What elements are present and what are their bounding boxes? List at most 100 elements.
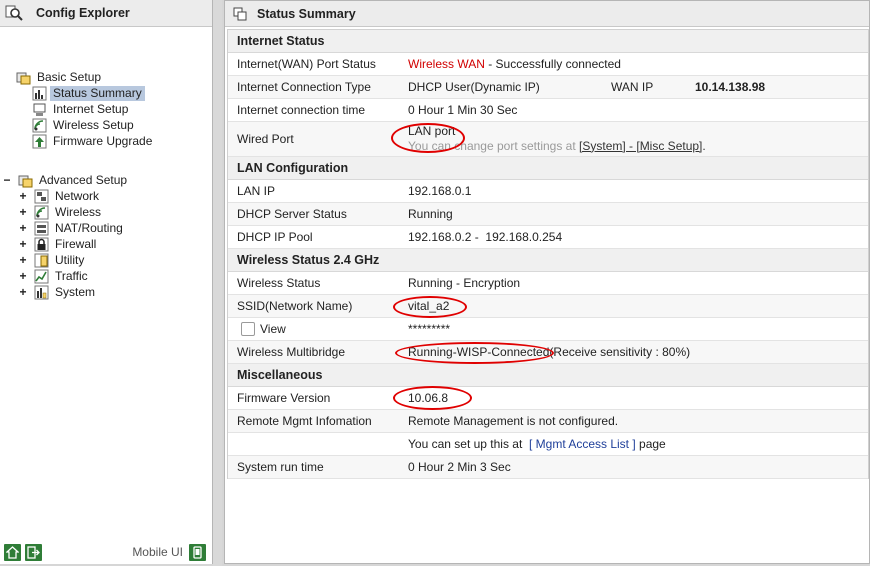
nav-traffic-label: Traffic bbox=[55, 268, 88, 283]
search-config-icon bbox=[5, 5, 23, 21]
mgmt-access-list-link[interactable]: [ Mgmt Access List ] bbox=[529, 437, 636, 451]
nav-nat-routing[interactable]: + NAT/Routing bbox=[18, 220, 126, 236]
wan-port-status-value: Wireless WAN - Successfully connected bbox=[408, 53, 621, 75]
row-wan-port-status: Internet(WAN) Port Status Wireless WAN -… bbox=[228, 53, 868, 76]
nav-wireless[interactable]: + Wireless bbox=[18, 204, 104, 220]
remote-setup-pre: You can set up this at bbox=[408, 437, 529, 451]
firmware-version-value: 10.06.8 bbox=[408, 391, 449, 405]
mobile-phone-icon bbox=[193, 545, 202, 559]
nav-firmware-upgrade[interactable]: Firmware Upgrade bbox=[32, 133, 155, 149]
lan-rows: LAN IP 192.168.0.1 DHCP Server Status Ru… bbox=[228, 180, 868, 249]
expand-toggle-icon[interactable]: + bbox=[18, 221, 28, 235]
wireless-status-value: Running - Encryption bbox=[408, 276, 521, 290]
config-explorer-panel: Config Explorer Basic Setup Status Summa… bbox=[0, 0, 213, 564]
row-dhcp-status: DHCP Server Status Running bbox=[228, 203, 868, 226]
connection-type-value: DHCP User(Dynamic IP) bbox=[408, 80, 540, 94]
row-multibridge: Wireless Multibridge Running-WISP-Connec… bbox=[228, 341, 868, 364]
multibridge-sensitivity: (Receive sensitivity : 80%) bbox=[549, 345, 691, 359]
nav-utility[interactable]: + Utility bbox=[18, 252, 87, 268]
upgrade-arrow-icon bbox=[32, 134, 47, 148]
logout-button[interactable] bbox=[25, 543, 42, 561]
lan-ip-value: 192.168.0.1 bbox=[408, 184, 472, 198]
expand-toggle-icon[interactable]: + bbox=[18, 285, 28, 299]
collapse-toggle-icon[interactable]: − bbox=[2, 173, 12, 187]
connection-type-label: Internet Connection Type bbox=[237, 80, 371, 94]
folder-gear-icon bbox=[18, 175, 33, 187]
nav-advanced-setup[interactable]: − Advanced Setup bbox=[2, 172, 130, 188]
view-checkbox[interactable] bbox=[241, 322, 255, 336]
remote-setup-text: You can set up this at [ Mgmt Access Lis… bbox=[408, 433, 666, 455]
nav-network[interactable]: + Network bbox=[18, 188, 102, 204]
row-password-view: View ********* bbox=[228, 318, 868, 341]
wired-port-note-text: You can change port settings at bbox=[408, 138, 580, 153]
nav-status-summary-label: Status Summary bbox=[50, 85, 145, 101]
multibridge-label: Wireless Multibridge bbox=[237, 345, 346, 359]
network-icon bbox=[34, 189, 49, 203]
nav-firmware-upgrade-label: Firmware Upgrade bbox=[53, 133, 153, 148]
mobile-ui-button[interactable] bbox=[189, 543, 206, 561]
computer-icon bbox=[33, 103, 46, 116]
row-wired-port: Wired Port LAN port You can change port … bbox=[228, 122, 868, 157]
firmware-version-label: Firmware Version bbox=[237, 391, 331, 405]
section-miscellaneous: Miscellaneous bbox=[228, 364, 868, 387]
config-explorer-title: Config Explorer bbox=[36, 6, 130, 20]
section-lan-configuration: LAN Configuration bbox=[228, 157, 868, 180]
traffic-graph-icon bbox=[34, 269, 49, 283]
expand-toggle-icon[interactable]: + bbox=[18, 205, 28, 219]
expand-toggle-icon[interactable]: + bbox=[18, 269, 28, 283]
folder-gear-icon bbox=[16, 72, 31, 84]
logout-icon bbox=[27, 545, 40, 559]
remote-setup-post: page bbox=[635, 437, 666, 451]
multibridge-value: Running-WISP-Connected (Receive sensitiv… bbox=[408, 341, 690, 363]
dhcp-status-value: Running bbox=[408, 207, 453, 221]
nav-system[interactable]: + System bbox=[18, 284, 98, 300]
status-content: Internet Status Internet(WAN) Port Statu… bbox=[227, 29, 869, 479]
section-internet-status: Internet Status bbox=[228, 30, 868, 53]
nav-advanced-setup-label: Advanced Setup bbox=[39, 172, 128, 187]
misc-rows: Firmware Version 10.06.8 Remote Mgmt Inf… bbox=[228, 386, 868, 479]
view-toggle[interactable]: View bbox=[241, 318, 286, 340]
wan-port-status-label: Internet(WAN) Port Status bbox=[237, 57, 376, 71]
dhcp-status-label: DHCP Server Status bbox=[237, 207, 347, 221]
system-misc-setup-link[interactable]: [System] - [Misc Setup] bbox=[579, 139, 702, 153]
mobile-ui-link[interactable]: Mobile UI bbox=[132, 543, 206, 561]
dhcp-pool-value: 192.168.0.2 - 192.168.0.254 bbox=[408, 230, 563, 244]
row-remote-mgmt: Remote Mgmt Infomation Remote Management… bbox=[228, 410, 868, 433]
nav-firewall-label: Firewall bbox=[55, 236, 97, 251]
connection-time-value: 0 Hour 1 Min 30 Sec bbox=[408, 103, 518, 117]
nav-traffic[interactable]: + Traffic bbox=[18, 268, 91, 284]
multibridge-state: Running-WISP-Connected bbox=[408, 345, 550, 359]
routing-icon bbox=[34, 221, 49, 235]
row-system-runtime: System run time 0 Hour 2 Min 3 Sec bbox=[228, 456, 868, 479]
home-button[interactable] bbox=[4, 543, 21, 561]
row-lan-ip: LAN IP 192.168.0.1 bbox=[228, 180, 868, 203]
wan-port-state: - Successfully connected bbox=[484, 57, 621, 71]
internet-rows: Internet(WAN) Port Status Wireless WAN -… bbox=[228, 53, 868, 157]
ssid-label: SSID(Network Name) bbox=[237, 299, 353, 313]
row-connection-type: Internet Connection Type DHCP User(Dynam… bbox=[228, 76, 868, 99]
wireless-icon bbox=[32, 118, 47, 132]
nav-internet-setup[interactable]: Internet Setup bbox=[32, 101, 131, 117]
status-summary-title: Status Summary bbox=[257, 6, 356, 21]
nav-status-summary[interactable]: Status Summary bbox=[32, 85, 145, 101]
utility-icon bbox=[34, 253, 49, 267]
nav-firewall[interactable]: + Firewall bbox=[18, 236, 99, 252]
system-runtime-value: 0 Hour 2 Min 3 Sec bbox=[408, 460, 511, 474]
expand-toggle-icon[interactable]: + bbox=[18, 253, 28, 267]
wired-port-value: LAN port bbox=[408, 124, 456, 138]
expand-toggle-icon[interactable]: + bbox=[18, 189, 28, 203]
status-summary-header: Status Summary bbox=[225, 1, 869, 27]
wired-port-note: You can change port settings at [System]… bbox=[408, 138, 706, 153]
nav-wireless-setup[interactable]: Wireless Setup bbox=[32, 117, 137, 133]
row-dhcp-pool: DHCP IP Pool 192.168.0.2 - 192.168.0.254 bbox=[228, 226, 868, 249]
status-summary-panel: Status Summary Internet Status Internet(… bbox=[224, 0, 870, 564]
nav-basic-setup[interactable]: Basic Setup bbox=[16, 69, 104, 85]
wan-ip-value: 10.14.138.98 bbox=[695, 80, 766, 94]
view-label: View bbox=[260, 322, 286, 336]
panel-splitter[interactable] bbox=[213, 0, 222, 566]
expand-toggle-icon[interactable]: + bbox=[18, 237, 28, 251]
config-explorer-header: Config Explorer bbox=[0, 0, 212, 27]
nav-internet-setup-label: Internet Setup bbox=[53, 101, 129, 116]
wan-ip-label: WAN IP bbox=[611, 80, 654, 94]
wan-port-type: Wireless WAN bbox=[408, 57, 485, 71]
